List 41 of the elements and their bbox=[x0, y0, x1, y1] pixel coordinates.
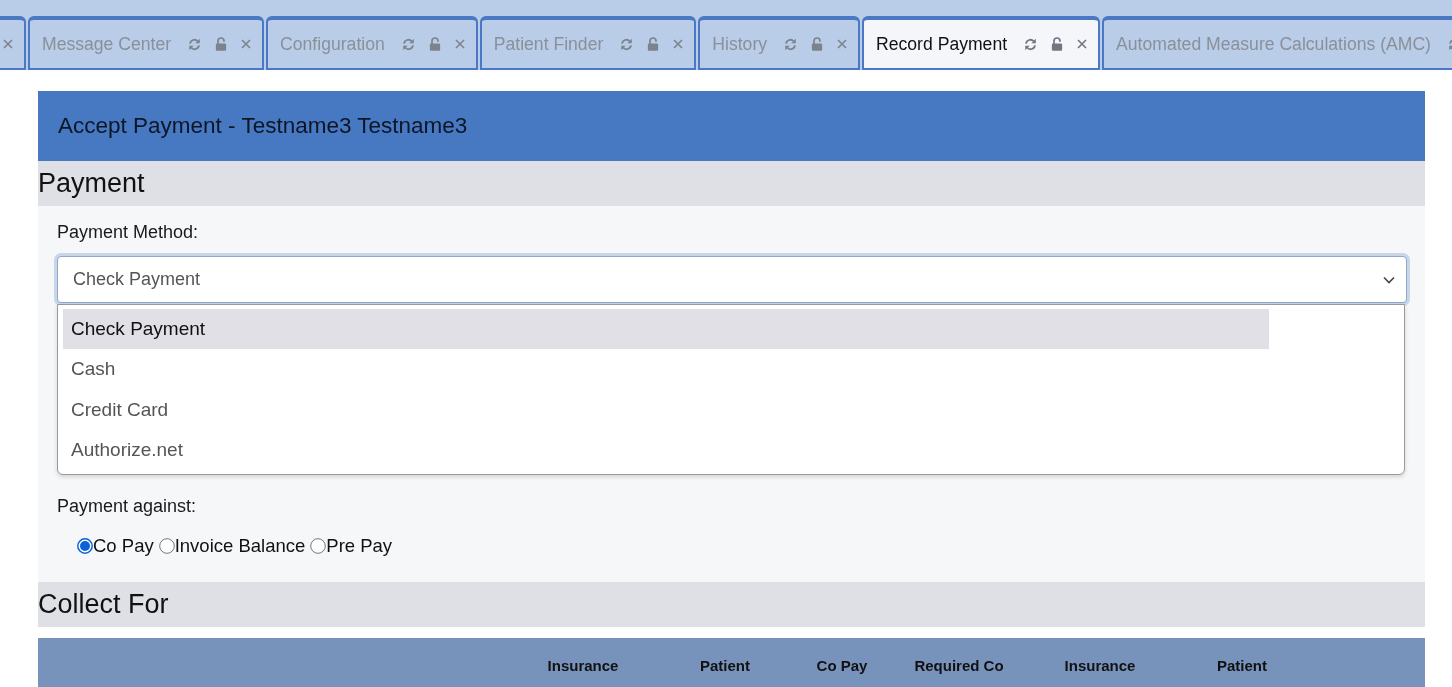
close-icon[interactable] bbox=[3, 39, 13, 49]
padlock-icon[interactable] bbox=[215, 37, 228, 51]
padlock-icon[interactable] bbox=[647, 37, 660, 51]
radio-option[interactable]: Pre Pay bbox=[310, 534, 393, 558]
column-header: Insurance bbox=[546, 656, 620, 676]
close-icon[interactable] bbox=[673, 39, 684, 49]
chevron-down-icon bbox=[1383, 275, 1395, 284]
radio-icon[interactable] bbox=[77, 538, 93, 554]
refresh-icon[interactable] bbox=[1024, 37, 1038, 51]
close-icon[interactable] bbox=[454, 39, 465, 49]
dropdown-option[interactable]: Authorize.net bbox=[63, 430, 1269, 470]
dropdown-option[interactable]: Credit Card bbox=[63, 390, 1269, 430]
close-icon[interactable] bbox=[241, 39, 252, 49]
section-heading: Payment bbox=[38, 161, 1425, 206]
refresh-icon[interactable] bbox=[401, 37, 415, 51]
dropdown-option[interactable]: Cash bbox=[63, 349, 1269, 389]
column-header: Insurance bbox=[1063, 656, 1137, 676]
dropdown-option[interactable]: Check Payment bbox=[63, 309, 1269, 349]
tab[interactable] bbox=[0, 16, 26, 70]
field-label: Payment Method: bbox=[57, 221, 200, 244]
column-header: Patient bbox=[699, 656, 751, 676]
column-header: Patient bbox=[1216, 656, 1268, 676]
refresh-icon[interactable] bbox=[784, 37, 798, 51]
refresh-icon[interactable] bbox=[188, 37, 202, 51]
refresh-icon[interactable] bbox=[620, 37, 634, 51]
field-label: Payment against: bbox=[57, 495, 198, 518]
column-header: Required Co bbox=[913, 656, 1005, 676]
radio-icon[interactable] bbox=[158, 538, 175, 554]
radio-option[interactable]: Invoice Balance bbox=[158, 534, 306, 558]
panel-header: Accept Payment - Testname3 Testname3 bbox=[38, 91, 1425, 161]
radio-icon[interactable] bbox=[310, 538, 327, 554]
padlock-icon[interactable] bbox=[428, 37, 441, 51]
column-header: Co Pay bbox=[815, 656, 869, 676]
section-heading: Collect For bbox=[38, 582, 1425, 627]
padlock-icon[interactable] bbox=[811, 37, 824, 51]
radio-option[interactable]: Co Pay bbox=[77, 534, 154, 558]
close-icon[interactable] bbox=[837, 39, 848, 49]
tab[interactable]: Record Payment bbox=[862, 16, 1101, 70]
padlock-icon[interactable] bbox=[1051, 37, 1064, 51]
select-field[interactable]: Check Payment bbox=[57, 256, 1407, 303]
close-icon[interactable] bbox=[1077, 39, 1088, 49]
